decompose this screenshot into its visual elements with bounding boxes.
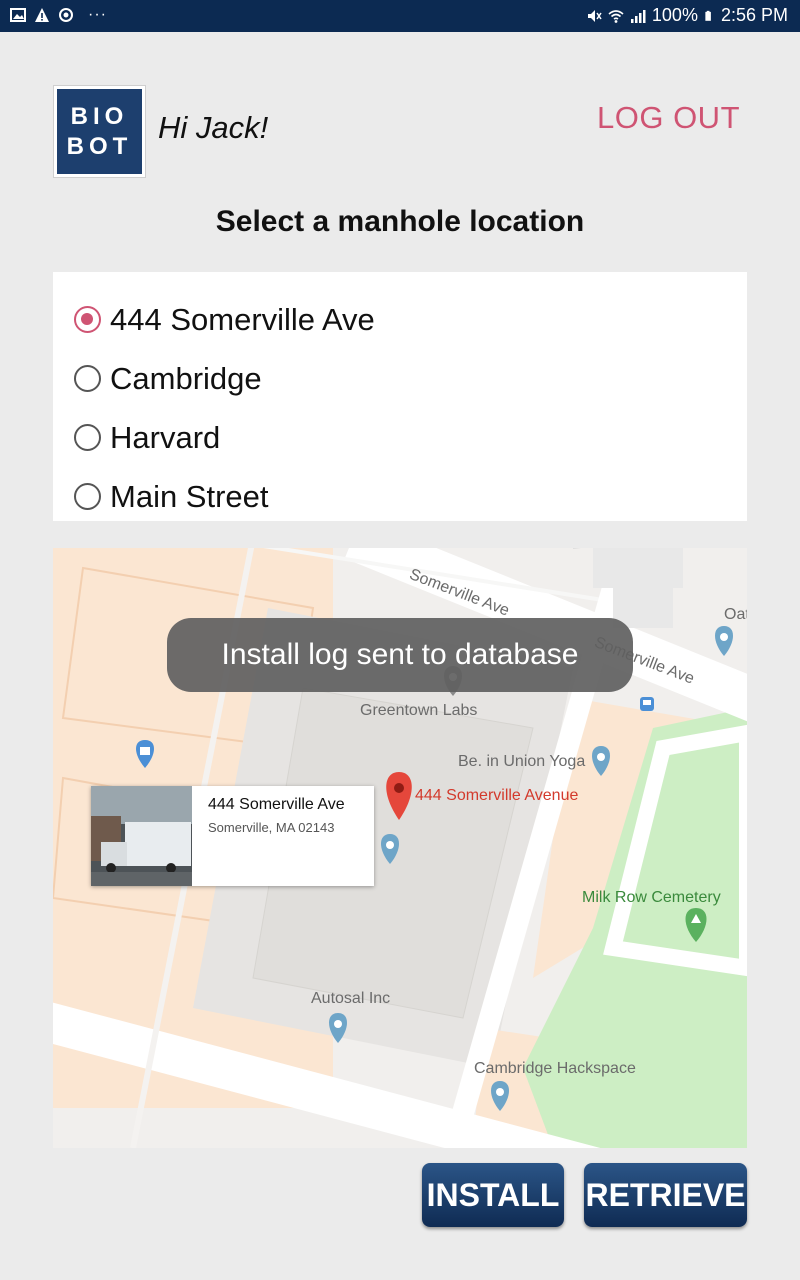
- place-label-cambridge-hackspace: Cambridge Hackspace: [474, 1060, 636, 1077]
- clock: 2:56 PM: [720, 5, 788, 25]
- poi-pin-icon[interactable]: [715, 626, 733, 656]
- location-label: Cambridge: [110, 360, 262, 396]
- location-label: Main Street: [110, 478, 269, 514]
- status-bar: ··· 100% 2:56 PM: [0, 0, 800, 32]
- logout-button[interactable]: LOG OUT: [597, 100, 740, 136]
- place-label-autosal: Autosal Inc: [311, 990, 391, 1007]
- location-label: Harvard: [110, 419, 221, 455]
- partial-place-label: Oat: [724, 606, 747, 623]
- radio-button[interactable]: [74, 483, 101, 510]
- logo-line-1: BIO: [70, 102, 129, 130]
- location-label: 444 Somerville Ave: [110, 301, 375, 337]
- battery-percent: 100%: [651, 5, 698, 25]
- radio-button[interactable]: [74, 365, 101, 392]
- battery-icon: [705, 10, 711, 21]
- image-icon: [10, 8, 26, 22]
- more-notifications-icon: ···: [88, 6, 107, 23]
- wifi-icon: [608, 9, 624, 23]
- location-option-cambridge[interactable]: Cambridge: [53, 349, 747, 408]
- logo-line-2: BOT: [66, 132, 133, 160]
- location-info-card[interactable]: 444 Somerville Ave Somerville, MA 02143: [91, 786, 374, 886]
- place-label-greentown-labs: Greentown Labs: [360, 702, 478, 719]
- info-card-address: Somerville, MA 02143: [208, 820, 335, 835]
- radio-button-selected[interactable]: [74, 306, 101, 333]
- toast-message: Install log sent to database: [167, 618, 633, 692]
- signal-icon: [630, 9, 646, 23]
- install-button[interactable]: INSTALL: [422, 1163, 564, 1227]
- greeting: Hi Jack!: [158, 110, 269, 145]
- place-label-milk-row-cemetery: Milk Row Cemetery: [582, 889, 721, 906]
- mute-icon: [587, 9, 602, 22]
- sync-icon: [59, 8, 73, 22]
- info-card-name: 444 Somerville Ave: [208, 796, 345, 813]
- biobot-logo: BIO BOT: [53, 85, 146, 178]
- alert-icon: [35, 8, 49, 22]
- street-view-thumbnail[interactable]: [91, 786, 192, 886]
- page-title: Select a manhole location: [215, 205, 585, 238]
- radio-button[interactable]: [74, 424, 101, 451]
- location-option-444-somerville[interactable]: 444 Somerville Ave: [53, 290, 747, 349]
- location-radio-group: 444 Somerville Ave Cambridge Harvard Mai…: [53, 272, 747, 521]
- location-option-harvard[interactable]: Harvard: [53, 408, 747, 467]
- location-option-main-street[interactable]: Main Street: [53, 467, 747, 526]
- marker-label: 444 Somerville Avenue: [415, 787, 579, 804]
- place-label-union-yoga: Be. in Union Yoga: [458, 753, 586, 770]
- retrieve-button[interactable]: RETRIEVE: [584, 1163, 747, 1227]
